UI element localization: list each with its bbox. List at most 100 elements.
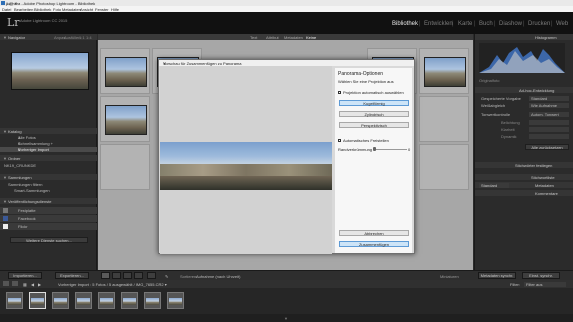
menu-fenster[interactable]: Fenster [95,7,109,12]
loupe-view-icon[interactable] [112,272,121,279]
grid-icon[interactable]: ▦ [23,282,27,287]
grid-cell[interactable] [419,96,469,142]
module-drucken[interactable]: Drucken [528,21,550,27]
people-view-icon[interactable] [147,272,156,279]
filmstrip-thumbnail[interactable] [6,292,23,309]
boundary-warp-slider[interactable] [373,149,407,150]
module-buch[interactable]: Buch [479,21,493,27]
folders-header[interactable]: ▼ Ordner [0,155,97,161]
grid-view-icon[interactable] [101,272,110,279]
collection-smart[interactable]: Smart-Sammlungen [0,188,97,193]
vibrance-stepper[interactable] [529,134,569,139]
saved-preset-row[interactable]: Gespeicherte Vorgabe Standard [477,96,572,101]
filter-tab-metadata[interactable]: Metadaten [284,35,303,40]
module-bibliothek[interactable]: Bibliothek [392,21,418,27]
grid-cell[interactable] [100,96,150,142]
module-entwicklen[interactable]: Entwicklen [424,21,453,27]
vibrance-row[interactable]: Dynamik [477,134,572,139]
histogram-header[interactable]: Histogramm [475,34,573,40]
cylindrical-button[interactable]: Zylindrisch [339,111,409,117]
quick-develop-header[interactable]: Ad-hoc-Entwicklung [475,87,573,93]
menu-ansicht[interactable]: Ansicht [80,7,93,12]
metadata-preset-select[interactable]: Standard [479,182,509,188]
comments-header[interactable]: Kommentare [475,190,573,196]
metadata-header[interactable]: Standard Metadaten [475,182,573,188]
filter-tab-text[interactable]: Text [250,35,257,40]
second-monitor-icon[interactable] [12,281,18,286]
grid-cell[interactable] [419,144,469,190]
filmstrip-thumbnail[interactable] [98,292,115,309]
survey-view-icon[interactable] [134,272,143,279]
menu-bearbeiten[interactable]: Bearbeiten [14,7,33,12]
clarity-stepper[interactable] [529,127,569,132]
merge-button[interactable]: Zusammenfügen [339,241,409,247]
cancel-button[interactable]: Abbrechen [339,230,409,236]
grid-cell[interactable] [100,48,150,94]
filmstrip-thumbnail[interactable] [121,292,138,309]
menu-hilfe[interactable]: Hilfe [111,7,119,12]
export-button[interactable]: Exportieren... [55,272,89,279]
find-more-services-button[interactable]: Weitere Dienste suchen... [10,237,88,243]
catalog-item-previous-import[interactable]: Vorheriger Import 5 [0,147,97,152]
keywording-header[interactable]: Stichwörter festlegen [475,162,573,168]
sort-value[interactable]: Aufnahme (nach Uhrzeit) [196,274,240,279]
nav-mode-1-4[interactable]: 1:4 [86,35,92,40]
filmstrip-source-path[interactable]: Vorheriger Import : 5 Fotos / 5 ausgewäh… [58,282,167,287]
menu-datei[interactable]: Datei [2,7,11,12]
catalog-item-quick[interactable]: Schnellsammlung + 0 [0,141,97,146]
module-karte[interactable]: Karte [458,21,472,27]
nav-mode-fill[interactable]: Ausfüllen [64,35,80,40]
monitor-icon[interactable] [3,281,9,286]
module-diashow[interactable]: Diashow [499,21,522,27]
publish-header[interactable]: ▼ Veröffentlichungsdienste [0,198,97,204]
filmstrip-thumbnail[interactable] [144,292,161,309]
menu-foto[interactable]: Foto [53,7,61,12]
navigator-preview[interactable] [11,52,89,90]
window-controls[interactable]: – ▢ ✕ [6,1,571,6]
filmstrip-thumbnail[interactable] [75,292,92,309]
perspective-button[interactable]: Perspektivisch [339,122,409,128]
sync-settings-button[interactable]: Einst. synchr. [522,272,560,279]
filter-tab-attribute[interactable]: Attribut [266,35,279,40]
navigator-header[interactable]: ▼ Navigator Anpas. Ausfüllen 1:1 1:4 [0,34,97,40]
import-button[interactable]: Importieren... [8,272,42,279]
grid-cell[interactable] [419,48,469,94]
forward-arrow-icon[interactable]: ▶ [38,282,41,287]
filter-tab-none[interactable]: Keine [306,35,316,40]
nav-mode-1-1[interactable]: 1:1 [79,35,85,40]
filmstrip-thumbnail[interactable] [52,292,69,309]
publish-flickr[interactable]: Flickr [0,223,97,230]
publish-harddrive[interactable]: Festplatte [0,207,97,214]
publish-facebook[interactable]: Facebook [0,215,97,222]
catalog-item-all[interactable]: Alle Fotos 1 [0,135,97,140]
boundary-warp-handle[interactable] [373,147,376,151]
menu-metadaten[interactable]: Metadaten [62,7,81,12]
bottom-panel-toggle[interactable]: ▼ [0,314,573,322]
auto-crop-checkbox[interactable]: ✓ [338,139,342,143]
white-balance-select[interactable]: Wie Aufnahme [529,103,569,108]
exposure-row[interactable]: Belichtung [477,120,572,125]
exposure-stepper[interactable] [529,120,569,125]
folder-volume[interactable]: NK19_CRUNKDE [0,163,97,168]
module-web[interactable]: Web [556,21,568,27]
menu-bibliothek[interactable]: Bibliothek [34,7,51,12]
reset-all-button[interactable]: Alle zurücksetzen [525,144,569,150]
tone-control-row[interactable]: Tonwertkontrolle Autom. Tonwert [477,112,572,117]
filmstrip-thumbnail[interactable] [29,292,46,309]
close-icon[interactable]: ✕ [163,61,412,66]
spherical-button[interactable]: Kugelförmig [339,100,409,106]
compare-view-icon[interactable] [123,272,132,279]
auto-tone-button[interactable]: Autom. Tonwert [529,112,569,117]
keyword-list-header[interactable]: Stichwortliste [475,174,573,180]
auto-projection-checkbox[interactable]: ✓ [338,91,342,95]
filter-select[interactable]: Filter aus [524,281,566,287]
collections-header[interactable]: ▼ Sammlungen [0,174,97,180]
collapse-arrow-icon[interactable]: ▼ [284,316,288,321]
white-balance-row[interactable]: Weißabgleich Wie Aufnahme [477,103,572,108]
catalog-header[interactable]: ▼ Katalog [0,128,97,134]
clarity-row[interactable]: Klarheit [477,127,572,132]
sync-metadata-button[interactable]: Metadaten synchr. [478,272,516,279]
collection-filter[interactable]: Sammlungen filtern [0,182,97,187]
back-arrow-icon[interactable]: ◀ [31,282,34,287]
saved-preset-select[interactable]: Standard [529,96,569,101]
